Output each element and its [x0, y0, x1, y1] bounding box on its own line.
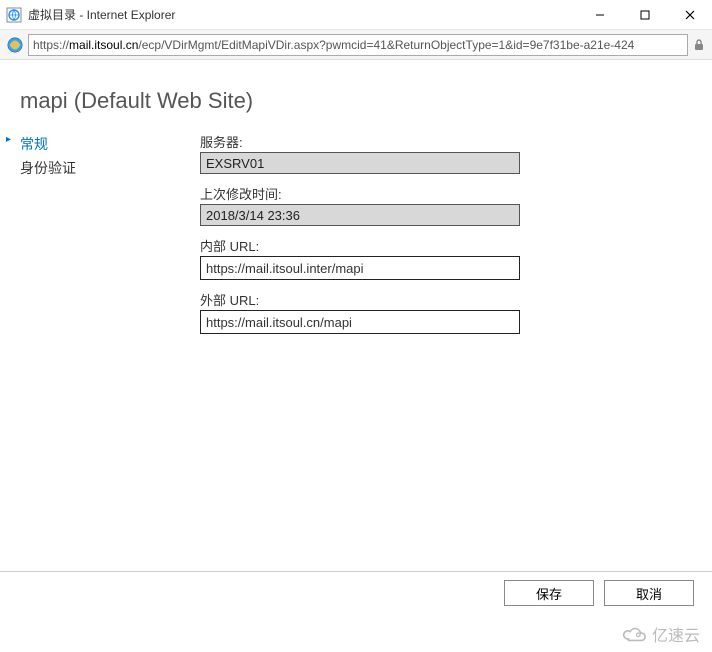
cloud-icon — [622, 624, 648, 644]
field-internal-url: 内部 URL: — [200, 236, 682, 280]
server-value: EXSRV01 — [200, 152, 520, 174]
external-url-input[interactable] — [200, 310, 520, 334]
minimize-button[interactable] — [577, 0, 622, 29]
save-button[interactable]: 保存 — [504, 580, 594, 606]
ie-page-icon — [6, 7, 22, 23]
content-area: mapi (Default Web Site) 常规 身份验证 服务器: EXS… — [0, 60, 712, 592]
sidebar-item-label: 身份验证 — [20, 160, 76, 176]
url-field[interactable]: https://mail.itsoul.cn/ecp/VDirMgmt/Edit… — [28, 34, 688, 56]
address-bar: https://mail.itsoul.cn/ecp/VDirMgmt/Edit… — [0, 30, 712, 60]
internal-url-input[interactable] — [200, 256, 520, 280]
sidebar-item-general[interactable]: 常规 — [10, 132, 190, 156]
modified-value: 2018/3/14 23:36 — [200, 204, 520, 226]
sidebar-item-label: 常规 — [20, 136, 48, 152]
lock-icon — [692, 38, 706, 52]
form-area: 服务器: EXSRV01 上次修改时间: 2018/3/14 23:36 内部 … — [190, 132, 712, 592]
watermark-text: 亿速云 — [652, 622, 700, 646]
window-titlebar: 虚拟目录 - Internet Explorer — [0, 0, 712, 30]
url-host: mail.itsoul.cn — [69, 38, 138, 52]
url-prefix: https:// — [33, 38, 69, 52]
ie-icon — [6, 36, 24, 54]
body-row: 常规 身份验证 服务器: EXSRV01 上次修改时间: 2018/3/14 2… — [0, 132, 712, 592]
maximize-button[interactable] — [622, 0, 667, 29]
server-label: 服务器: — [200, 132, 682, 151]
page-title: mapi (Default Web Site) — [0, 60, 712, 132]
window-controls — [577, 0, 712, 29]
close-button[interactable] — [667, 0, 712, 29]
field-server: 服务器: EXSRV01 — [200, 132, 682, 174]
internal-url-label: 内部 URL: — [200, 236, 682, 255]
footer-bar: 保存 取消 — [0, 571, 712, 614]
cancel-button[interactable]: 取消 — [604, 580, 694, 606]
external-url-label: 外部 URL: — [200, 290, 682, 309]
modified-label: 上次修改时间: — [200, 184, 682, 203]
field-external-url: 外部 URL: — [200, 290, 682, 334]
sidebar-item-auth[interactable]: 身份验证 — [10, 156, 190, 180]
window-title: 虚拟目录 - Internet Explorer — [28, 6, 175, 23]
field-modified: 上次修改时间: 2018/3/14 23:36 — [200, 184, 682, 226]
sidebar: 常规 身份验证 — [0, 132, 190, 592]
watermark: 亿速云 — [622, 622, 700, 646]
url-path: /ecp/VDirMgmt/EditMapiVDir.aspx?pwmcid=4… — [138, 38, 634, 52]
